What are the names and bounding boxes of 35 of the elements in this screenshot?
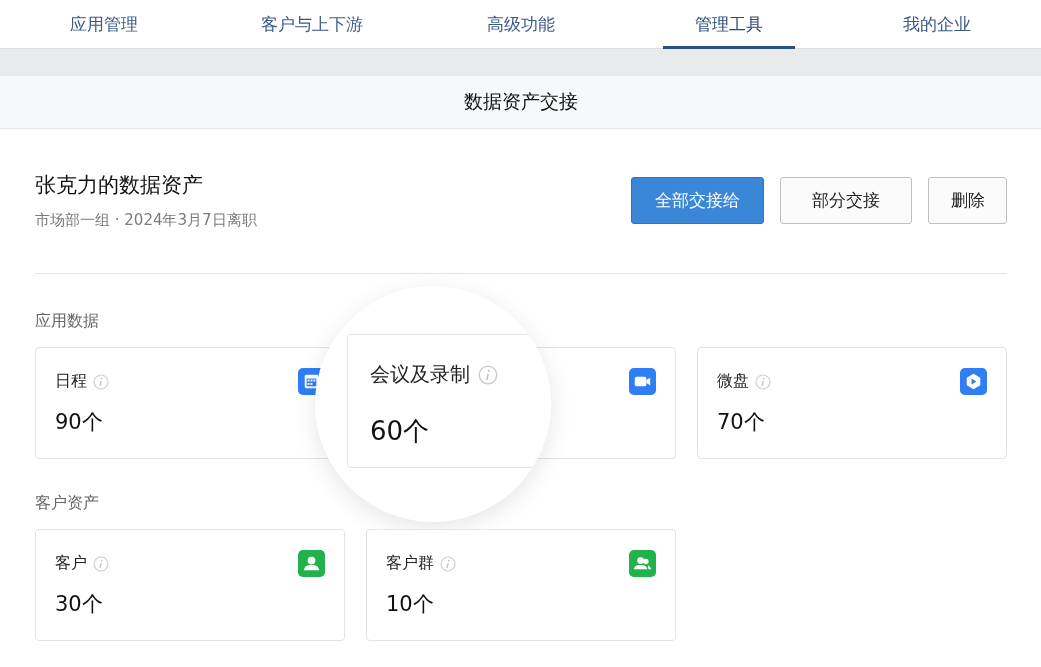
- transfer-all-button[interactable]: 全部交接给: [631, 177, 764, 224]
- card-label: 日程: [55, 371, 87, 392]
- card-label: 会议及录制: [370, 361, 470, 388]
- card-count: 70个: [717, 409, 766, 436]
- card-label: 微盘: [717, 371, 749, 392]
- info-icon[interactable]: [93, 373, 109, 390]
- nav-tab[interactable]: 高级功能: [416, 0, 625, 48]
- action-button[interactable]: 删除: [928, 177, 1007, 224]
- section-title: 客户资产: [35, 493, 100, 514]
- drive-icon: [960, 368, 987, 395]
- card-count: 10个: [386, 591, 435, 618]
- info-icon[interactable]: [755, 373, 771, 390]
- card-count: 30个: [55, 591, 104, 618]
- data-card[interactable]: 微盘 70个: [697, 347, 1007, 459]
- nav-tab[interactable]: 我的企业: [832, 0, 1041, 48]
- card-label: 客户: [55, 553, 87, 574]
- section-title: 应用数据: [35, 311, 100, 332]
- data-card[interactable]: 客户群 10个: [366, 529, 676, 641]
- nav-tab[interactable]: 应用管理: [0, 0, 209, 48]
- video-camera-icon: [629, 368, 656, 395]
- person-icon: [298, 550, 325, 577]
- card-label: 客户群: [386, 553, 434, 574]
- owner-subtitle: 市场部一组 · 2024年3月7日离职: [35, 211, 257, 230]
- action-button[interactable]: 部分交接: [780, 177, 912, 224]
- info-icon[interactable]: [478, 364, 498, 385]
- owner-title: 张克力的数据资产: [35, 172, 204, 199]
- page-title: 数据资产交接: [463, 89, 578, 114]
- info-icon[interactable]: [440, 555, 456, 572]
- card-count: 60个: [370, 415, 431, 448]
- info-icon[interactable]: [93, 555, 109, 572]
- nav-tab[interactable]: 管理工具: [624, 0, 833, 48]
- data-card[interactable]: 客户 30个: [35, 529, 345, 641]
- nav-tab[interactable]: 客户与上下游: [208, 0, 417, 48]
- people-icon: [629, 550, 656, 577]
- card-count: 90个: [55, 409, 104, 436]
